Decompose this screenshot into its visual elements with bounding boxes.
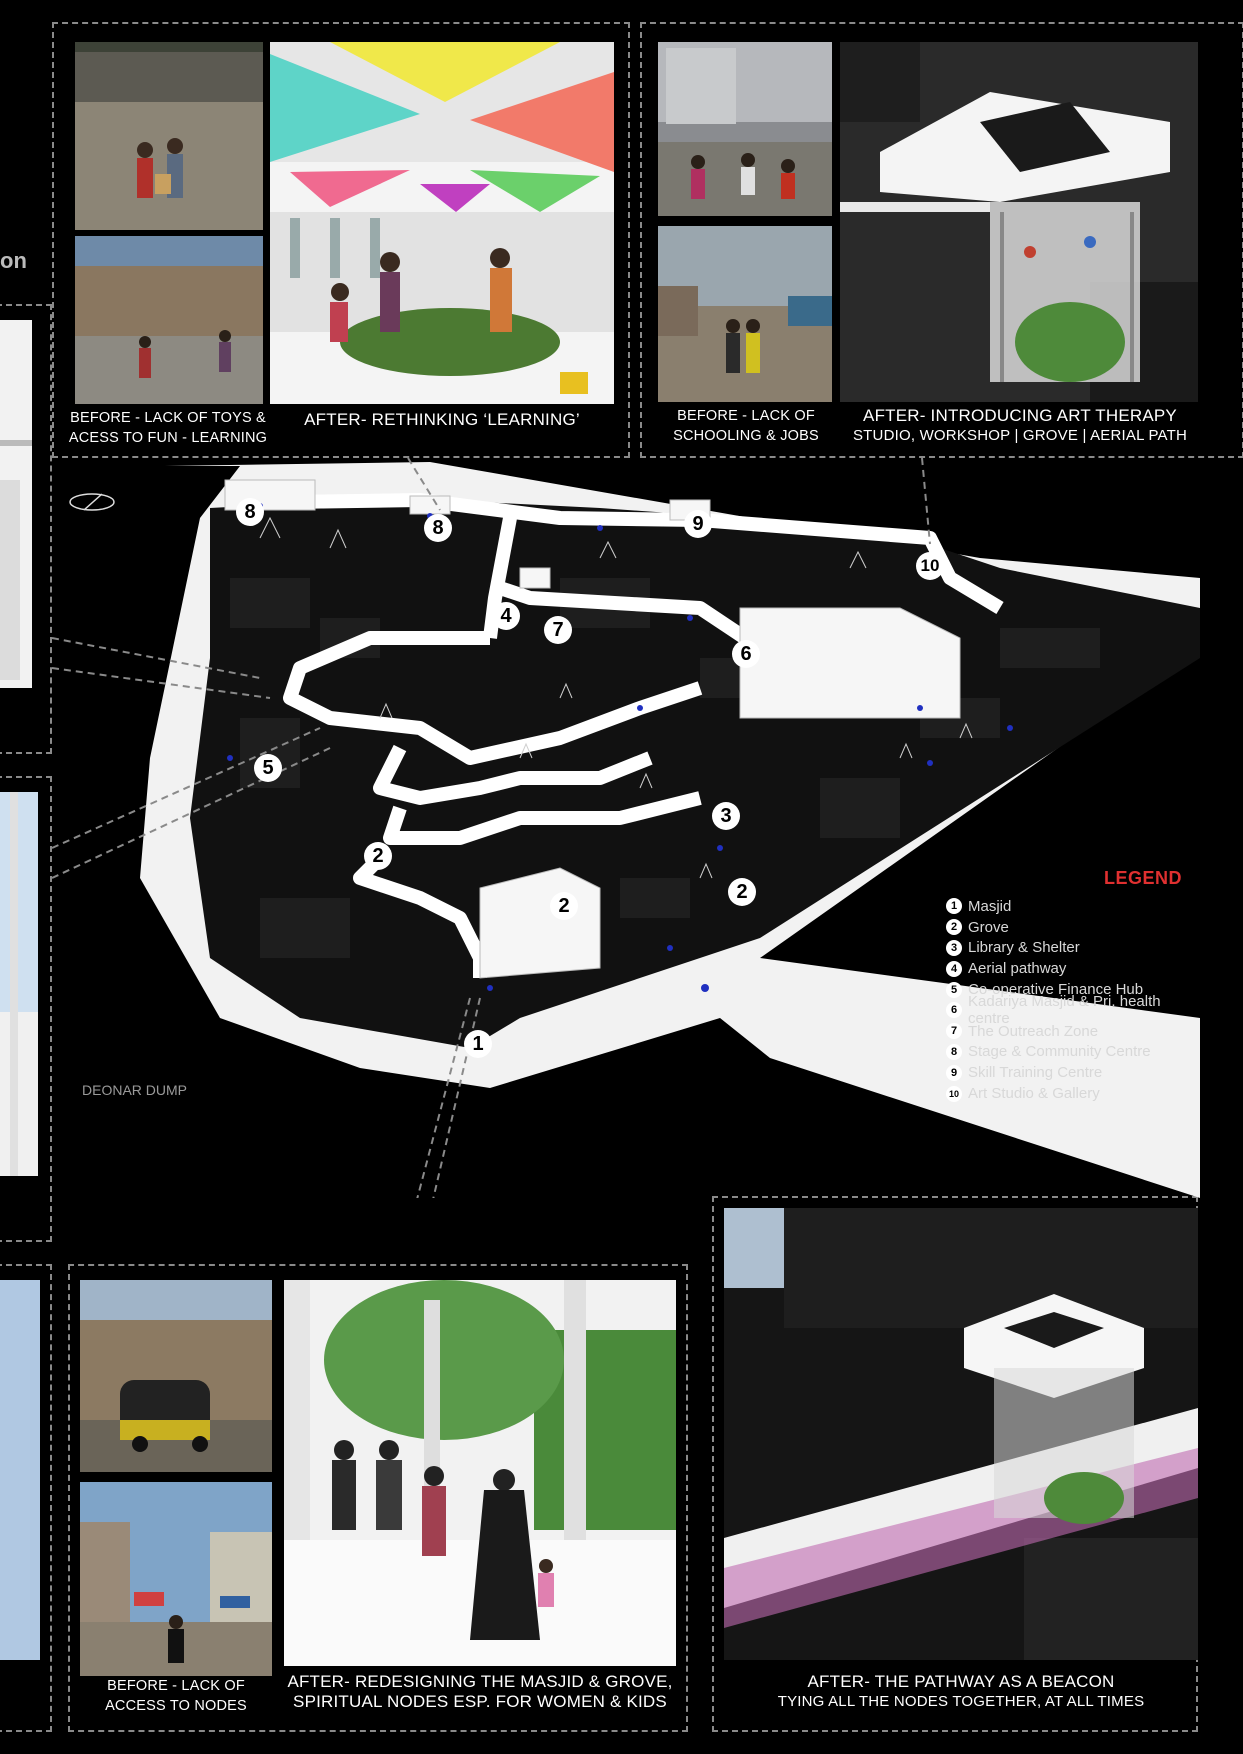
caption-line: BEFORE - LACK OF <box>677 408 815 424</box>
legend-label: Aerial pathway <box>968 960 1067 978</box>
marker-9: 9 <box>684 510 712 538</box>
legend-label: Masjid <box>968 897 1012 915</box>
photo-after-beacon-pathway <box>724 1208 1198 1660</box>
legend-item: 8 Stage & Community Centre <box>946 1042 1206 1063</box>
photo-before-autorickshaw <box>80 1280 272 1472</box>
caption-line: SPIRITUAL NODES ESP. FOR WOMEN & KIDS <box>293 1692 667 1711</box>
legend-label: Art Studio & Gallery <box>968 1085 1100 1103</box>
caption-before-toys: BEFORE - LACK OF TOYS & ACESS TO FUN - L… <box>64 408 272 448</box>
photo-before-wall-rubble <box>75 236 263 404</box>
caption-line: BEFORE - LACK OF <box>107 1678 245 1694</box>
legend-num: 4 <box>946 960 962 977</box>
legend-num: 1 <box>946 898 962 915</box>
marker-8-left: 8 <box>236 498 264 526</box>
legend-item: 1 Masjid <box>946 896 1206 917</box>
north-arrow-icon <box>69 493 115 511</box>
marker-4: 4 <box>492 602 520 630</box>
marker-5: 5 <box>254 754 282 782</box>
marker-10: 10 <box>916 552 944 580</box>
marker-8-center: 8 <box>424 514 452 542</box>
legend-item: 6 Kadariya Masjid & Pri. health centre <box>946 993 1206 1027</box>
legend-label: Skill Training Centre <box>968 1064 1103 1082</box>
caption-line: AFTER- THE PATHWAY AS A BEACON <box>807 1672 1115 1691</box>
caption-after-art: AFTER- INTRODUCING ART THERAPY STUDIO, W… <box>840 406 1200 446</box>
caption-line: ACCESS TO NODES <box>105 1698 247 1714</box>
marker-6: 6 <box>732 640 760 668</box>
caption-line: AFTER- REDESIGNING THE MASJID & GROVE, <box>287 1672 673 1691</box>
caption-line: AFTER- INTRODUCING ART THERAPY <box>863 406 1177 425</box>
legend-item: 9 Skill Training Centre <box>946 1062 1206 1083</box>
legend-num: 10 <box>946 1085 962 1102</box>
photo-before-children-rubble <box>75 42 263 230</box>
marker-2-center: 2 <box>550 892 578 920</box>
caption-after-learning: AFTER- RETHINKING ‘LEARNING’ <box>304 410 580 429</box>
marker-2-right: 2 <box>728 878 756 906</box>
edge-text-fragment: on <box>0 248 27 273</box>
legend-num: 7 <box>946 1023 962 1040</box>
legend-item: 4 Aerial pathway <box>946 958 1206 979</box>
marker-7: 7 <box>544 616 572 644</box>
legend-label: Library & Shelter <box>968 939 1080 957</box>
photo-left-edge-lower <box>0 1280 40 1660</box>
photo-after-masjid-grove <box>284 1280 676 1666</box>
legend-num: 8 <box>946 1043 962 1060</box>
legend-num: 5 <box>946 981 962 998</box>
caption-line: BEFORE - LACK OF TOYS & <box>70 410 266 426</box>
photo-before-market-street <box>80 1482 272 1676</box>
caption-line: SCHOOLING & JOBS <box>673 428 819 444</box>
photo-after-art-studio <box>840 42 1198 402</box>
legend-item: 3 Library & Shelter <box>946 938 1206 959</box>
caption-line: TYING ALL THE NODES TOGETHER, AT ALL TIM… <box>777 1693 1145 1710</box>
marker-2-left: 2 <box>364 842 392 870</box>
caption-before-schooling: BEFORE - LACK OF SCHOOLING & JOBS <box>656 406 836 446</box>
legend-label: Stage & Community Centre <box>968 1043 1151 1061</box>
legend-item: 2 Grove <box>946 917 1206 938</box>
caption-before-nodes: BEFORE - LACK OF ACCESS TO NODES <box>78 1676 274 1716</box>
photo-before-street <box>658 226 832 402</box>
legend-num: 2 <box>946 919 962 936</box>
legend-label: Grove <box>968 918 1009 936</box>
caption-after-masjid: AFTER- REDESIGNING THE MASJID & GROVE, S… <box>284 1672 676 1712</box>
deonar-dump-label: DEONAR DUMP <box>82 1082 188 1098</box>
photo-after-learning-space <box>270 42 614 404</box>
marker-1: 1 <box>464 1030 492 1058</box>
legend-num: 6 <box>946 1002 962 1019</box>
legend-item: 10 Art Studio & Gallery <box>946 1083 1206 1104</box>
legend-num: 9 <box>946 1064 962 1081</box>
legend: 1 Masjid 2 Grove 3 Library & Shelter 4 Aeria… <box>946 896 1206 1104</box>
caption-after-beacon: AFTER- THE PATHWAY AS A BEACON TYING ALL… <box>724 1672 1198 1712</box>
legend-label: The Outreach Zone <box>968 1022 1099 1040</box>
caption-line: ACESS TO FUN - LEARNING <box>68 430 268 446</box>
caption-line: STUDIO, WORKSHOP | GROVE | AERIAL PATH <box>852 427 1188 444</box>
legend-num: 3 <box>946 939 962 956</box>
marker-3: 3 <box>712 802 740 830</box>
legend-title: LEGEND <box>1104 868 1183 888</box>
photo-before-kids-shopfront <box>658 42 832 216</box>
